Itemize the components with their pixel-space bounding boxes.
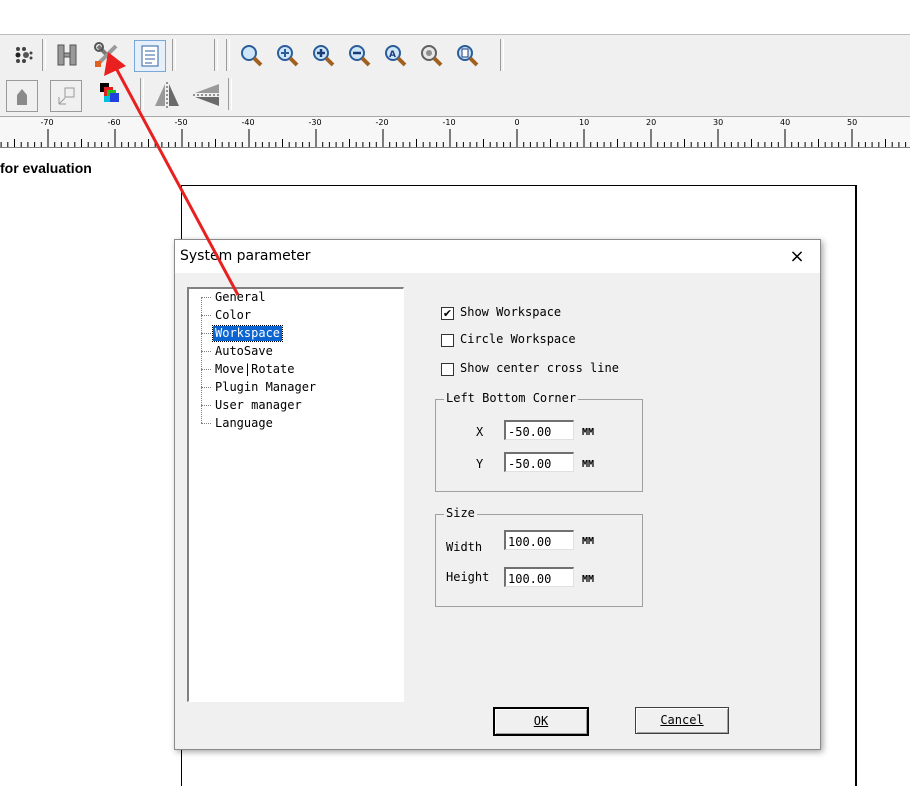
show-center-cross-line-label: Show center cross line [460,361,619,375]
ruler-label: 10 [579,118,590,127]
tree-item-workspace[interactable]: Workspace [211,325,284,342]
close-icon[interactable]: × [784,245,810,269]
ruler-label: 20 [646,118,657,127]
settings-tree: General Color Workspace AutoSave Move|Ro… [187,287,404,702]
window-top-area [0,0,910,34]
ruler-label: -30 [308,118,322,127]
ruler-label: 40 [780,118,791,127]
y-label: Y [476,457,484,471]
ruler-label: 0 [514,118,520,127]
dots-tool-icon[interactable] [8,40,38,70]
zoom-page-icon[interactable] [452,40,482,70]
system-parameter-tools-icon[interactable] [92,40,122,70]
ok-button-label: OK [533,714,549,728]
cancel-button[interactable]: Cancel [635,707,729,734]
height-label: Height [446,570,490,584]
show-workspace-checkbox[interactable]: ✔ [441,307,454,320]
color-layers-icon[interactable] [94,78,124,108]
size-group: Size Width 100.00 MM Height 100.00 MM [435,506,643,607]
y-unit: MM [582,459,595,470]
size-title: Size [444,506,477,520]
ruler-label: -50 [174,118,188,127]
ruler-label: -10 [442,118,456,127]
secondary-toolbar [0,74,910,117]
tree-item-general[interactable]: General [213,290,268,305]
left-bottom-corner-group: Left Bottom Corner X -50.00 MM Y -50.00 … [435,391,643,492]
ruler-label: -20 [375,118,389,127]
dialog-title-bar[interactable]: System parameter × [175,240,820,273]
zoom-out-icon[interactable] [344,40,374,70]
circle-workspace-checkbox[interactable] [441,334,454,347]
tree-item-autosave[interactable]: AutoSave [213,344,275,359]
ruler-label: -40 [241,118,255,127]
horizontal-ruler: -70 -60 -50 -40 -30 -20 -10 0 10 20 30 40 50 [0,117,910,148]
ruler-label: 30 [713,118,724,127]
zoom-all-icon[interactable]: A [380,40,410,70]
mirror-horizontal-icon[interactable] [152,80,182,110]
y-input[interactable]: -50.00 [504,452,574,472]
lock-icon[interactable] [6,80,38,112]
height-input[interactable]: 100.00 [504,567,574,587]
x-input[interactable]: -50.00 [504,420,574,440]
h-tool-icon[interactable] [52,40,82,70]
left-bottom-corner-title: Left Bottom Corner [444,391,579,405]
main-toolbar: A [0,34,910,75]
dialog-title: System parameter [180,248,311,264]
width-input[interactable]: 100.00 [504,530,574,550]
evaluation-watermark: for evaluation [0,160,92,176]
ok-button[interactable]: OK [493,707,589,736]
zoom-pan-icon[interactable] [272,40,302,70]
system-parameter-dialog: System parameter × General Color Workspa… [174,239,821,750]
tree-item-color[interactable]: Color [213,308,253,323]
svg-text:A: A [389,50,396,60]
cancel-button-label: Cancel [660,713,704,727]
width-label: Width [446,540,483,554]
x-unit: MM [582,427,595,438]
zoom-selection-icon[interactable] [416,40,446,70]
circle-workspace-label: Circle Workspace [460,332,576,346]
ruler-label: 50 [847,118,858,127]
zoom-icon[interactable] [236,40,266,70]
ruler-label: -70 [40,118,54,127]
ruler-label: -60 [107,118,121,127]
tree-item-move-rotate[interactable]: Move|Rotate [213,362,296,377]
tree-item-language[interactable]: Language [213,416,275,431]
tree-item-plugin-manager[interactable]: Plugin Manager [213,380,318,395]
width-unit: MM [582,536,595,547]
show-center-cross-line-checkbox[interactable] [441,363,454,376]
tree-item-user-manager[interactable]: User manager [213,398,304,413]
mirror-vertical-icon[interactable] [192,80,222,110]
height-unit: MM [582,574,595,585]
align-corner-icon[interactable] [50,80,82,112]
zoom-in-icon[interactable] [308,40,338,70]
show-workspace-label: Show Workspace [460,305,562,319]
list-view-icon[interactable] [134,40,166,72]
x-label: X [476,425,484,439]
